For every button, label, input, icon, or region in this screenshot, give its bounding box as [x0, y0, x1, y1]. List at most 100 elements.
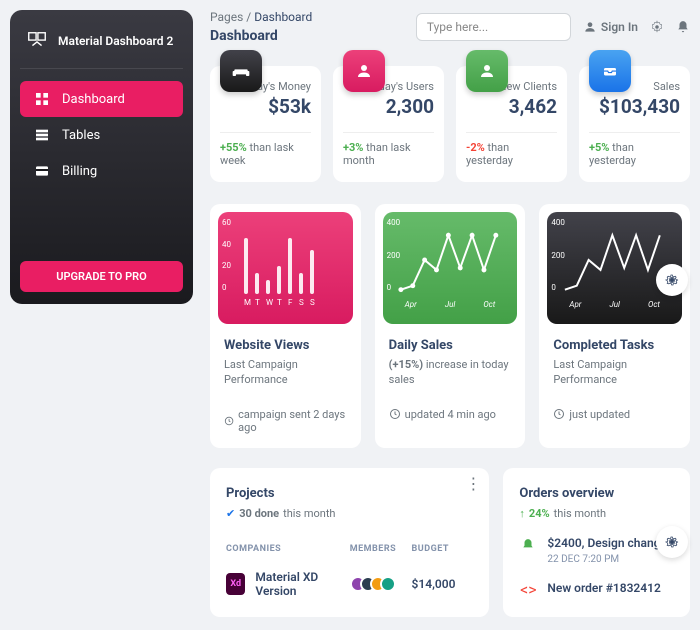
couch-icon: [220, 50, 262, 92]
line-path: [555, 220, 674, 300]
arrow-up-icon: ↑: [519, 507, 525, 520]
order-date: 22 DEC 7:20 PM: [547, 554, 673, 565]
row-company: XdMaterial XD Version: [226, 570, 350, 598]
stat-value: 3,462: [466, 95, 557, 118]
bottom-row: ⋮ Projects ✔30 done this month COMPANIES…: [210, 468, 690, 617]
th-members: MEMBERS: [350, 544, 412, 554]
nav-tables[interactable]: Tables: [20, 117, 183, 153]
th-budget: BUDGET: [412, 544, 474, 554]
stat-footer: +3% than lask month: [343, 132, 434, 167]
inbox-icon: [589, 50, 631, 92]
row-members: [350, 576, 412, 592]
breadcrumb-root[interactable]: Pages: [210, 10, 243, 24]
stat-sales: Sales $103,430 +5% than yesterday: [579, 66, 690, 182]
check-icon: ✔: [226, 507, 235, 520]
x-axis: AprJulOct: [391, 300, 510, 309]
nav-tables-label: Tables: [62, 128, 100, 143]
stat-value: 2,300: [343, 95, 434, 118]
y-axis: 4002000: [387, 218, 401, 292]
stat-clients: New Clients 3,462 -2% than yesterday: [456, 66, 567, 182]
brand: Material Dashboard 2: [20, 24, 183, 69]
xd-icon: Xd: [226, 573, 245, 595]
chart-sub: (+15%) increase in today sales: [389, 357, 512, 388]
bell-icon[interactable]: [676, 20, 690, 34]
line-chart: 4002000 AprJulOct: [383, 212, 518, 324]
chart-title: Website Views: [224, 338, 347, 353]
sidebar: Material Dashboard 2 Dashboard Tables Bi…: [10, 10, 193, 304]
nav-billing-label: Billing: [62, 164, 97, 179]
y-axis: 6040200: [222, 218, 231, 292]
stat-footer: -2% than yesterday: [466, 132, 557, 167]
main: Pages / Dashboard Dashboard Type here...…: [210, 10, 690, 617]
th-companies: COMPANIES: [226, 544, 350, 554]
line-path: [391, 220, 510, 300]
person-icon: [343, 50, 385, 92]
table-head: COMPANIES MEMBERS BUDGET: [226, 544, 473, 554]
order-text: New order #1832412: [547, 581, 660, 595]
stats-row: Today's Money $53k +55% than lask week T…: [210, 66, 690, 182]
projects-sub: ✔30 done this month: [226, 507, 473, 520]
bar-chart: 6040200 MTWTFSS: [218, 212, 353, 324]
brand-icon: [26, 30, 48, 52]
nav-billing[interactable]: Billing: [20, 153, 183, 189]
chart-footer: updated 4 min ago: [389, 408, 512, 421]
bell-icon: [519, 536, 537, 554]
stat-value: $53k: [220, 95, 311, 118]
brand-text: Material Dashboard 2: [58, 34, 173, 48]
stat-value: $103,430: [589, 95, 680, 118]
bars: [244, 224, 345, 294]
dashboard-icon: [34, 91, 50, 107]
user-icon: [583, 20, 597, 34]
breadcrumb-current: Dashboard: [254, 10, 312, 24]
row-budget: $14,000: [412, 577, 474, 591]
chart-footer: campaign sent 2 days ago: [224, 408, 347, 434]
orders-sub: ↑24% this month: [519, 507, 674, 520]
stat-footer: +55% than lask week: [220, 132, 311, 167]
signin-label: Sign In: [601, 20, 638, 34]
charts-row: 6040200 MTWTFSS Website Views Last Campa…: [210, 204, 690, 448]
breadcrumb-wrap: Pages / Dashboard Dashboard: [210, 10, 312, 44]
settings-fab[interactable]: [656, 264, 688, 296]
code-icon: <>: [519, 581, 537, 599]
order-text: $2400, Design changes: [547, 536, 673, 550]
search-input[interactable]: Type here...: [416, 13, 571, 41]
signin-button[interactable]: Sign In: [583, 20, 638, 34]
projects-card: ⋮ Projects ✔30 done this month COMPANIES…: [210, 468, 489, 617]
stat-footer: +5% than yesterday: [589, 132, 680, 167]
billing-icon: [34, 163, 50, 179]
orders-title: Orders overview: [519, 486, 674, 501]
gear-icon: [664, 272, 680, 288]
chart-sub: Last Campaign Performance: [224, 357, 347, 388]
chart-title: Completed Tasks: [553, 338, 676, 353]
chart-tasks: 4002000 AprJulOct Completed Tasks Last C…: [539, 204, 690, 448]
more-icon[interactable]: ⋮: [465, 474, 481, 493]
x-axis: MTWTFSS: [244, 298, 345, 307]
nav: Dashboard Tables Billing: [20, 81, 183, 189]
chart-title: Daily Sales: [389, 338, 512, 353]
chart-sub: Last Campaign Performance: [553, 357, 676, 388]
stat-users: Today's Users 2,300 +3% than lask month: [333, 66, 444, 182]
stat-money: Today's Money $53k +55% than lask week: [210, 66, 321, 182]
chart-sales: 4002000 AprJulOct Daily Sales (+15%) inc…: [375, 204, 526, 448]
topbar-right: Type here... Sign In: [416, 13, 690, 41]
clock-icon: [553, 408, 565, 420]
tables-icon: [34, 127, 50, 143]
table-row: XdMaterial XD Version $14,000: [226, 570, 473, 598]
nav-dashboard[interactable]: Dashboard: [20, 81, 183, 117]
chart-footer: just updated: [553, 408, 676, 421]
settings-fab-2[interactable]: [656, 526, 688, 558]
person-icon: [466, 50, 508, 92]
gear-icon[interactable]: [650, 20, 664, 34]
clock-icon: [389, 408, 401, 420]
order-item: $2400, Design changes 22 DEC 7:20 PM: [519, 536, 674, 565]
nav-dashboard-label: Dashboard: [62, 92, 125, 107]
gear-icon: [664, 534, 680, 550]
topbar: Pages / Dashboard Dashboard Type here...…: [210, 10, 690, 44]
breadcrumb: Pages / Dashboard: [210, 10, 312, 24]
y-axis: 4002000: [551, 218, 565, 292]
x-axis: AprJulOct: [555, 300, 674, 309]
projects-title: Projects: [226, 486, 473, 501]
chart-views: 6040200 MTWTFSS Website Views Last Campa…: [210, 204, 361, 448]
clock-icon: [224, 415, 234, 427]
upgrade-button[interactable]: UPGRADE TO PRO: [20, 261, 183, 292]
